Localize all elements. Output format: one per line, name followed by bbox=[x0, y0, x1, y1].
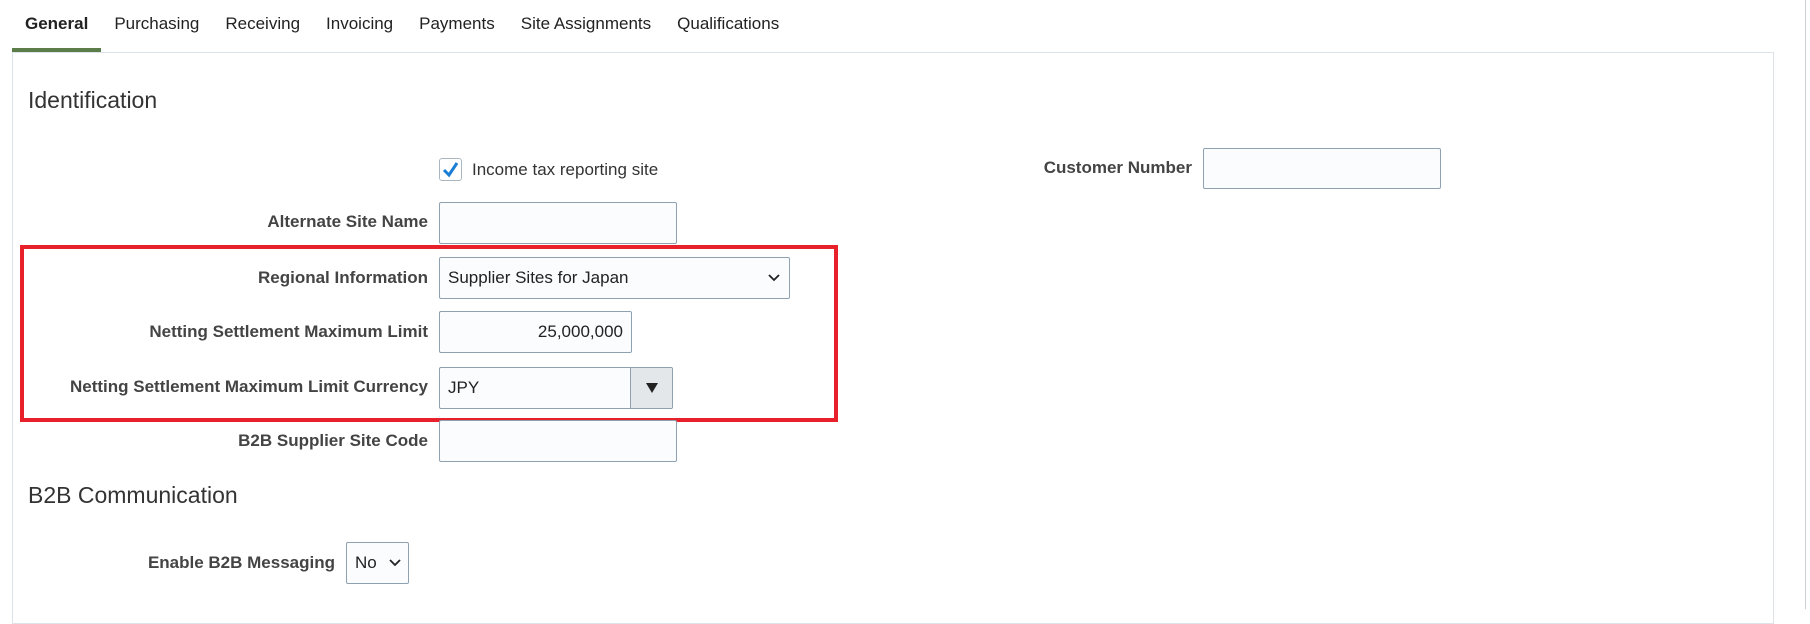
regional-information-label: Regional Information bbox=[258, 268, 428, 287]
customer-number-label: Customer Number bbox=[1043, 158, 1192, 177]
netting-currency-dropdown-button[interactable] bbox=[630, 368, 672, 408]
b2b-site-code-input[interactable] bbox=[439, 420, 677, 462]
customer-number-input[interactable] bbox=[1203, 148, 1441, 189]
tab-purchasing[interactable]: Purchasing bbox=[101, 0, 212, 49]
income-tax-label: Income tax reporting site bbox=[472, 160, 659, 179]
tab-qualifications[interactable]: Qualifications bbox=[664, 0, 792, 49]
tab-bar: General Purchasing Receiving Invoicing P… bbox=[12, 0, 792, 52]
netting-currency-label: Netting Settlement Maximum Limit Currenc… bbox=[69, 377, 428, 396]
enable-b2b-messaging-select[interactable]: No bbox=[346, 542, 409, 584]
chevron-down-icon bbox=[389, 559, 401, 567]
regional-information-select[interactable]: Supplier Sites for Japan bbox=[439, 257, 790, 299]
tab-payments[interactable]: Payments bbox=[406, 0, 508, 49]
b2b-site-code-label: B2B Supplier Site Code bbox=[238, 431, 428, 450]
enable-b2b-messaging-label: Enable B2B Messaging bbox=[147, 553, 335, 572]
tab-invoicing[interactable]: Invoicing bbox=[313, 0, 406, 49]
netting-currency-combobox[interactable]: JPY bbox=[439, 367, 673, 409]
enable-b2b-messaging-value: No bbox=[355, 553, 377, 572]
netting-limit-input[interactable]: 25,000,000 bbox=[439, 311, 632, 353]
income-tax-checkbox[interactable] bbox=[439, 158, 462, 181]
checkmark-icon bbox=[442, 162, 459, 178]
tab-site-assignments[interactable]: Site Assignments bbox=[508, 0, 664, 49]
alternate-site-name-input[interactable] bbox=[439, 202, 677, 244]
tab-general[interactable]: General bbox=[12, 0, 102, 52]
b2b-communication-heading: B2B Communication bbox=[28, 482, 238, 508]
netting-limit-label: Netting Settlement Maximum Limit bbox=[149, 322, 428, 341]
triangle-down-icon bbox=[645, 383, 658, 393]
netting-currency-value: JPY bbox=[448, 378, 480, 397]
divider bbox=[1805, 0, 1806, 609]
alternate-site-name-label: Alternate Site Name bbox=[267, 212, 428, 231]
identification-heading: Identification bbox=[28, 87, 158, 113]
tab-receiving[interactable]: Receiving bbox=[212, 0, 313, 49]
regional-information-value: Supplier Sites for Japan bbox=[448, 268, 629, 287]
chevron-down-icon bbox=[768, 274, 780, 282]
